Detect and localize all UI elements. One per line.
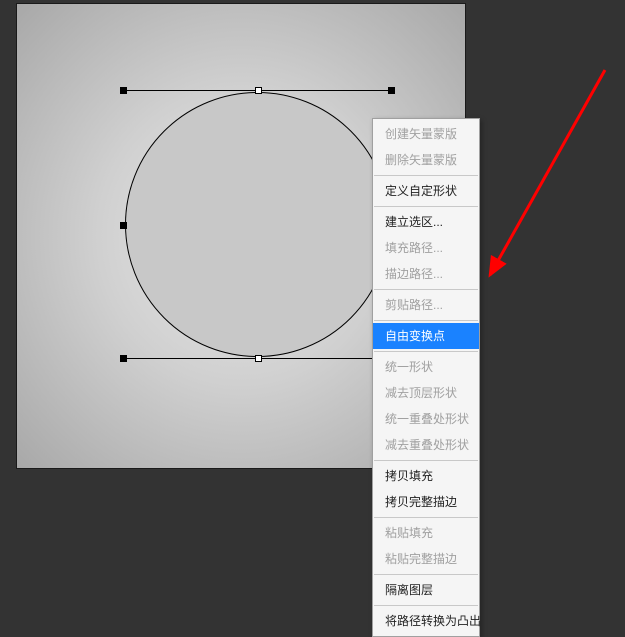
handle-top-center[interactable]: [255, 87, 262, 94]
menu-separator: [374, 517, 478, 518]
menu-item: 统一重叠处形状: [373, 406, 479, 432]
menu-item[interactable]: 拷贝完整描边: [373, 489, 479, 515]
menu-item: 粘贴填充: [373, 520, 479, 546]
handle-middle-left[interactable]: [120, 222, 127, 229]
menu-separator: [374, 175, 478, 176]
menu-separator: [374, 320, 478, 321]
menu-separator: [374, 605, 478, 606]
menu-separator: [374, 289, 478, 290]
menu-item: 剪贴路径...: [373, 292, 479, 318]
context-menu: 创建矢量蒙版删除矢量蒙版定义自定形状建立选区...填充路径...描边路径... 剪…: [372, 118, 480, 637]
handle-bottom-center[interactable]: [255, 355, 262, 362]
menu-item[interactable]: 拷贝填充: [373, 463, 479, 489]
handle-bottom-left[interactable]: [120, 355, 127, 362]
menu-item: 减去顶层形状: [373, 380, 479, 406]
selection-bounding-box: [123, 90, 392, 359]
menu-separator: [374, 351, 478, 352]
handle-top-left[interactable]: [120, 87, 127, 94]
menu-item[interactable]: 自由变换点: [373, 323, 479, 349]
menu-separator: [374, 206, 478, 207]
menu-item: 统一形状: [373, 354, 479, 380]
menu-item: 减去重叠处形状: [373, 432, 479, 458]
menu-item: 填充路径...: [373, 235, 479, 261]
menu-item: 删除矢量蒙版: [373, 147, 479, 173]
menu-item: 创建矢量蒙版: [373, 121, 479, 147]
menu-item[interactable]: 隔离图层: [373, 577, 479, 603]
menu-item[interactable]: 将路径转换为凸出: [373, 608, 479, 634]
menu-separator: [374, 460, 478, 461]
handle-top-right[interactable]: [388, 87, 395, 94]
menu-separator: [374, 574, 478, 575]
menu-item[interactable]: 建立选区...: [373, 209, 479, 235]
menu-item: 描边路径...: [373, 261, 479, 287]
menu-item[interactable]: 定义自定形状: [373, 178, 479, 204]
annotation-arrow: [470, 60, 625, 310]
menu-item: 粘贴完整描边: [373, 546, 479, 572]
